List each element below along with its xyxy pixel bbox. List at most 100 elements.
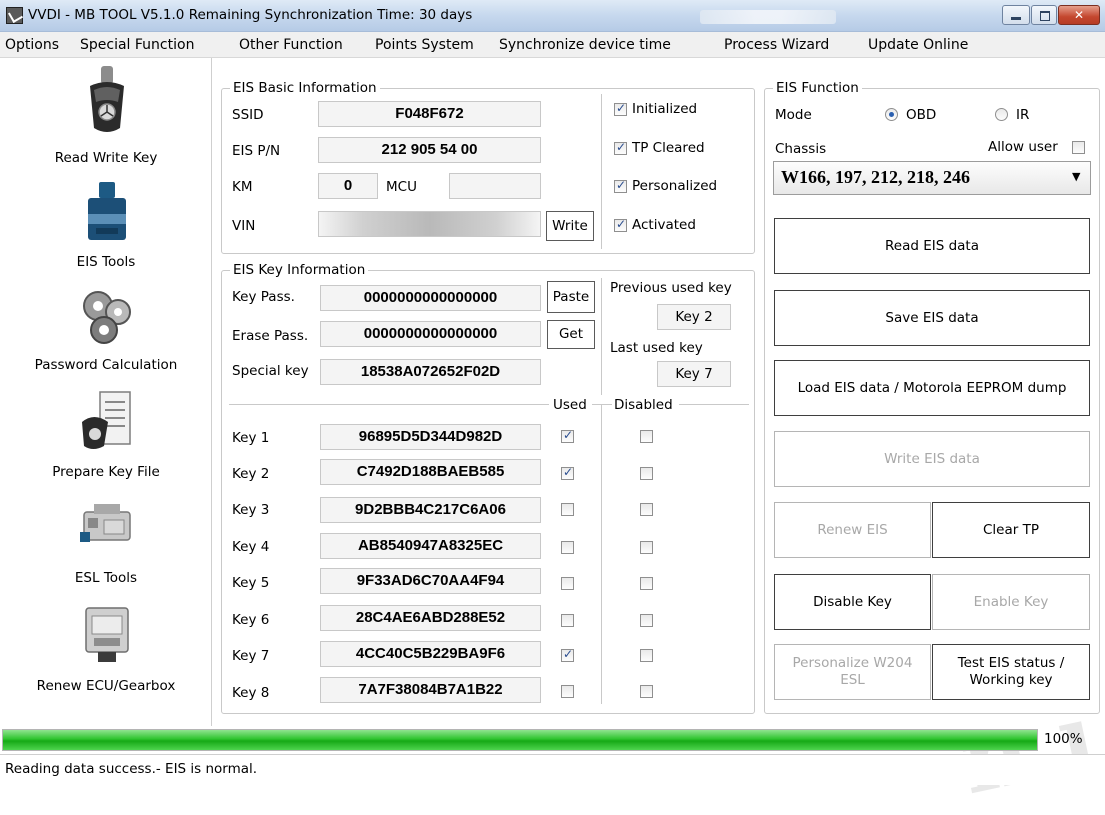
menu-other-function[interactable]: Other Function (239, 37, 343, 53)
tool-sidebar: Read Write Key EIS Tools Password Calcul… (0, 58, 212, 726)
read-eis-data-button[interactable]: Read EIS data (774, 218, 1090, 274)
key-used-checkbox[interactable] (561, 541, 574, 554)
keys-column-divider (601, 404, 602, 704)
chassis-label: Chassis (775, 141, 827, 157)
maximize-button[interactable] (1031, 5, 1057, 25)
load-eis-data-button[interactable]: Load EIS data / Motorola EEPROM dump (774, 360, 1090, 416)
key-label: Key 3 (232, 502, 270, 518)
eis-function-title: EIS Function (773, 80, 862, 96)
key-disabled-checkbox[interactable] (640, 541, 653, 554)
special-key-field[interactable]: 18538A072652F02D (320, 359, 541, 385)
km-label: KM (232, 179, 253, 195)
activated-checkbox[interactable] (614, 217, 627, 232)
key-disabled-checkbox[interactable] (640, 503, 653, 516)
menu-options[interactable]: Options (5, 37, 59, 53)
key-document-icon (82, 391, 131, 449)
used-column-label: Used (553, 397, 587, 413)
initialized-checkbox[interactable] (614, 101, 627, 116)
nav-prepare-key-file-label: Prepare Key File (52, 464, 160, 480)
mcu-label: MCU (386, 179, 417, 195)
key-label: Key 1 (232, 430, 270, 446)
key-disabled-checkbox[interactable] (640, 577, 653, 590)
tp-cleared-label: TP Cleared (632, 140, 705, 156)
key-value-field[interactable]: 96895D5D344D982D (320, 424, 541, 450)
ecu-module-icon (85, 607, 129, 662)
ssid-label: SSID (232, 107, 264, 123)
save-eis-data-button[interactable]: Save EIS data (774, 290, 1090, 346)
key-used-checkbox[interactable] (561, 428, 574, 443)
key-disabled-checkbox[interactable] (640, 430, 653, 443)
key-used-checkbox[interactable] (561, 503, 574, 516)
keys-separator-mid (592, 404, 612, 405)
steering-lock-icon (80, 504, 131, 542)
allow-user-checkbox[interactable] (1072, 141, 1085, 154)
chevron-down-icon: ▼ (1072, 170, 1081, 183)
key-disabled-checkbox[interactable] (640, 649, 653, 662)
status-message: Reading data success.- EIS is normal. (5, 761, 258, 777)
mode-ir-label: IR (1016, 107, 1030, 123)
enable-key-button[interactable]: Enable Key (932, 574, 1090, 630)
title-redaction (700, 10, 836, 24)
key-used-checkbox[interactable] (561, 647, 574, 662)
key-pass-label: Key Pass. (232, 289, 295, 305)
close-button[interactable] (1058, 5, 1100, 25)
vin-field[interactable] (318, 211, 541, 237)
chassis-select-value: W166, 197, 212, 218, 246 (781, 167, 970, 187)
key-disabled-checkbox[interactable] (640, 685, 653, 698)
write-vin-button[interactable]: Write (546, 211, 594, 241)
tp-cleared-checkbox[interactable] (614, 140, 627, 155)
key-disabled-checkbox[interactable] (640, 467, 653, 480)
key-label: Key 8 (232, 685, 270, 701)
key-info-divider (601, 278, 602, 395)
key-disabled-checkbox[interactable] (640, 614, 653, 627)
renew-eis-button[interactable]: Renew EIS (774, 502, 931, 558)
menu-points-system[interactable]: Points System (375, 37, 474, 53)
menu-synchronize-device-time[interactable]: Synchronize device time (499, 37, 671, 53)
key-used-checkbox[interactable] (561, 577, 574, 590)
personalize-w204-esl-button[interactable]: Personalize W204 ESL (774, 644, 931, 700)
menu-special-function[interactable]: Special Function (80, 37, 194, 53)
clear-tp-button[interactable]: Clear TP (932, 502, 1090, 558)
key-value-field[interactable]: 28C4AE6ABD288E52 (320, 605, 541, 631)
previous-used-key-label: Previous used key (610, 280, 732, 296)
get-button[interactable]: Get (547, 320, 595, 349)
key-label: Key 4 (232, 539, 270, 555)
menu-update-online[interactable]: Update Online (868, 37, 968, 53)
gears-icon (83, 291, 131, 344)
basic-info-divider (601, 94, 602, 249)
key-used-checkbox[interactable] (561, 685, 574, 698)
nav-password-calculation-label: Password Calculation (34, 357, 178, 373)
key-value-field[interactable]: 7A7F38084B7A1B22 (320, 677, 541, 703)
eis-pn-field[interactable]: 212 905 54 00 (318, 137, 541, 163)
keys-separator-right (679, 404, 749, 405)
nav-renew-ecu-gearbox-label: Renew ECU/Gearbox (36, 678, 176, 694)
chassis-select[interactable]: W166, 197, 212, 218, 246 ▼ (773, 161, 1091, 195)
key-used-checkbox[interactable] (561, 614, 574, 627)
key-value-field[interactable]: 4CC40C5B229BA9F6 (320, 641, 541, 667)
car-key-icon (90, 66, 124, 132)
key-value-field[interactable]: AB8540947A8325EC (320, 533, 541, 559)
key-value-field[interactable]: C7492D188BAEB585 (320, 459, 541, 485)
key-pass-field[interactable]: 0000000000000000 (320, 285, 541, 311)
ssid-field[interactable]: F048F672 (318, 101, 541, 127)
write-eis-data-button[interactable]: Write EIS data (774, 431, 1090, 487)
disable-key-button[interactable]: Disable Key (774, 574, 931, 630)
menu-bar: Options Special Function Other Function … (0, 32, 1105, 58)
erase-pass-field[interactable]: 0000000000000000 (320, 321, 541, 347)
km-field[interactable]: 0 (318, 173, 378, 199)
mcu-field[interactable] (449, 173, 541, 199)
key-value-field[interactable]: 9D2BBB4C217C6A06 (320, 497, 541, 523)
paste-button[interactable]: Paste (547, 281, 595, 313)
window-title: VVDI - MB TOOL V5.1.0 Remaining Synchron… (28, 7, 473, 23)
key-used-checkbox[interactable] (561, 465, 574, 480)
menu-process-wizard[interactable]: Process Wizard (724, 37, 829, 53)
key-value-field[interactable]: 9F33AD6C70AA4F94 (320, 568, 541, 594)
eis-module-icon (88, 182, 126, 240)
eis-key-info-title: EIS Key Information (230, 262, 369, 278)
mode-ir-radio[interactable] (995, 108, 1008, 121)
mode-obd-radio[interactable] (885, 108, 898, 121)
minimize-button[interactable] (1002, 5, 1030, 25)
special-key-label: Special key (232, 363, 309, 379)
erase-pass-label: Erase Pass. (232, 328, 309, 344)
personalized-checkbox[interactable] (614, 178, 627, 193)
